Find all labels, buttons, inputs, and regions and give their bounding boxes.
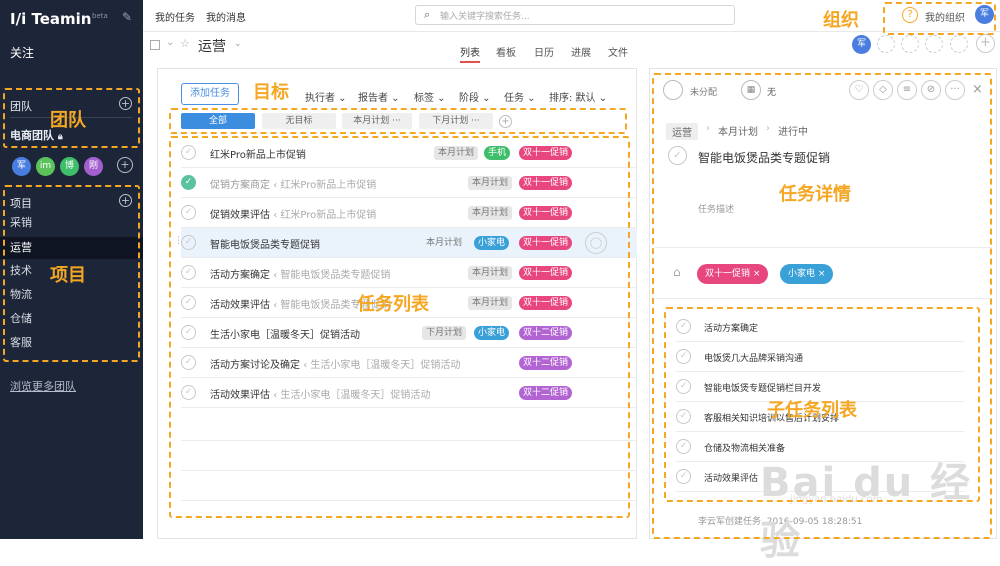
member-avatar[interactable]: 刚: [84, 157, 103, 176]
checkbox-icon[interactable]: [150, 40, 160, 50]
add-member-icon[interactable]: +: [117, 157, 133, 173]
filter-assignee[interactable]: 执行者 ⌄: [305, 89, 347, 104]
my-tasks-link[interactable]: 我的任务: [155, 9, 195, 24]
empty-member-slot[interactable]: [877, 35, 895, 53]
annotation-org: 组织: [823, 10, 859, 31]
star-icon[interactable]: ☆: [180, 37, 190, 50]
follow-link[interactable]: 关注: [10, 44, 34, 61]
annotation-goal: 目标: [253, 82, 289, 103]
beta-badge: beta: [92, 12, 108, 20]
tab-list[interactable]: 列表: [460, 44, 480, 63]
annotation-team: 团队: [50, 110, 86, 131]
add-member-icon[interactable]: +: [976, 34, 995, 53]
tab-progress[interactable]: 进展: [571, 44, 591, 59]
annotation-box-goal: [169, 108, 627, 134]
annotation-project: 项目: [50, 265, 86, 286]
chevron-down-icon[interactable]: ⌄: [166, 37, 174, 48]
top-bar: 我的任务 我的消息 ⌕ 输入关键字搜索任务... ? 我的组织 军: [143, 0, 1000, 32]
tab-calendar[interactable]: 日历: [534, 44, 554, 59]
title-dropdown-icon[interactable]: ⌄: [234, 39, 242, 49]
filter-stage[interactable]: 阶段 ⌄: [459, 89, 491, 104]
app-logo[interactable]: I/i Teamin: [10, 10, 91, 28]
member-avatar[interactable]: im: [36, 157, 55, 176]
member-avatar[interactable]: 博: [60, 157, 79, 176]
empty-member-slot[interactable]: [925, 35, 943, 53]
filter-task[interactable]: 任务 ⌄: [504, 89, 536, 104]
browse-more-teams-link[interactable]: 浏览更多团队: [10, 378, 76, 394]
tab-files[interactable]: 文件: [608, 44, 628, 59]
empty-member-slot[interactable]: [950, 35, 968, 53]
my-messages-link[interactable]: 我的消息: [206, 9, 246, 24]
project-title: 运营: [198, 39, 226, 55]
annotation-subtask-list: 子任务列表: [767, 400, 857, 421]
filter-tag[interactable]: 标签 ⌄: [414, 89, 446, 104]
add-task-button[interactable]: 添加任务: [181, 83, 239, 105]
member-avatar[interactable]: 军: [12, 157, 31, 176]
filter-reporter[interactable]: 报告者 ⌄: [358, 89, 400, 104]
search-box[interactable]: ⌕ 输入关键字搜索任务...: [415, 5, 735, 25]
sort-select[interactable]: 排序: 默认 ⌄: [549, 89, 607, 104]
annotation-task-detail: 任务详情: [779, 184, 851, 205]
tab-board[interactable]: 看板: [496, 44, 516, 59]
search-icon: ⌕: [424, 8, 431, 21]
pin-icon[interactable]: ✎: [122, 10, 132, 24]
annotation-task-list: 任务列表: [357, 294, 429, 315]
annotation-box-org: [883, 2, 996, 35]
empty-member-slot[interactable]: [901, 35, 919, 53]
search-input[interactable]: 输入关键字搜索任务...: [440, 9, 530, 22]
project-member-avatar[interactable]: 军: [852, 35, 871, 54]
annotation-box-task-list: [169, 136, 630, 518]
